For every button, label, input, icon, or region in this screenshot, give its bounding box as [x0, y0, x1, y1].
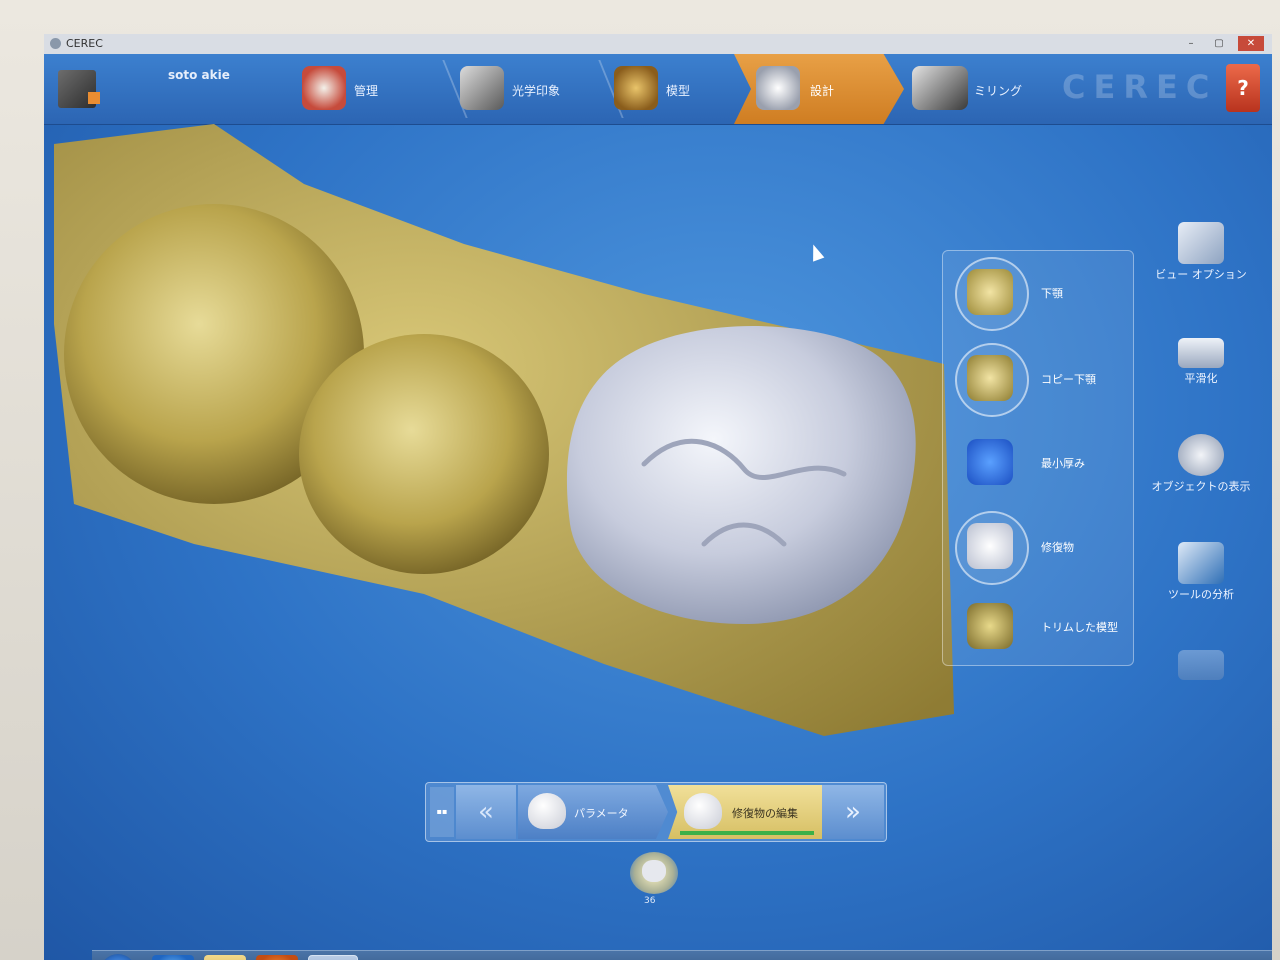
step-label: 設計	[810, 84, 835, 98]
trimmed-model-icon	[967, 603, 1013, 649]
patient-name: soto akie	[168, 68, 230, 82]
minimize-button[interactable]: –	[1178, 36, 1204, 51]
tooth-icon	[642, 860, 666, 882]
wizard-step-label: パラメータ	[574, 807, 629, 820]
tool-label: オブジェクトの表示	[1151, 480, 1251, 493]
windows-taskbar: ▲ ▪ ▪ ▪ ◂)	[92, 950, 1272, 960]
step-model[interactable]: 模型	[606, 54, 746, 124]
panel-item-label: トリムした模型	[1041, 621, 1118, 634]
maximize-button[interactable]: ▢	[1206, 36, 1232, 51]
tool-smoothing[interactable]: 平滑化	[1142, 338, 1260, 385]
tool-disabled	[1142, 650, 1260, 680]
progress-bar	[680, 831, 814, 835]
help-button[interactable]: ?	[1226, 64, 1260, 112]
folder-icon[interactable]	[204, 955, 246, 960]
step-label: ミリング	[974, 84, 1023, 98]
wizard-next-button[interactable]: »	[822, 785, 884, 839]
wizard-step-parameters[interactable]: パラメータ	[518, 785, 668, 839]
cerec-logo: CEREC	[1062, 68, 1218, 106]
panel-item-min-thickness[interactable]: 最小厚み	[949, 423, 1129, 503]
panel-item-lower-jaw[interactable]: 下顎	[949, 253, 1129, 333]
tooth-number: 36	[644, 896, 656, 906]
smoothing-icon	[1178, 338, 1224, 368]
step-label: 模型	[666, 84, 691, 98]
crown-design-icon	[756, 66, 800, 110]
wizard-step-label: 修復物の編集	[732, 807, 798, 820]
tooth-left-2	[299, 334, 549, 574]
cerec-taskbar-button[interactable]	[308, 955, 358, 960]
start-button[interactable]	[100, 954, 136, 960]
patient-icon	[58, 70, 100, 108]
panel-item-label: 最小厚み	[1041, 457, 1085, 470]
cerec-screen: CEREC – ▢ ✕ soto akie 管理 光学印象 模型 設計 ミリング…	[44, 34, 1272, 960]
copy-jaw-icon	[967, 355, 1013, 401]
jaw-icon	[302, 66, 346, 110]
main-toolbar: soto akie 管理 光学印象 模型 設計 ミリング CEREC ?	[44, 54, 1272, 125]
tool-label: 平滑化	[1184, 372, 1218, 385]
model-icon	[614, 66, 658, 110]
step-design[interactable]: 設計	[734, 54, 904, 124]
app-icon	[50, 38, 61, 49]
object-visibility-panel: 下顎 コピー下顎 最小厚み 修復物 トリムした模型	[942, 250, 1134, 666]
panel-item-label: 下顎	[1041, 287, 1063, 300]
tool-analysis[interactable]: ツールの分析	[1142, 542, 1260, 601]
step-label: 管理	[354, 84, 379, 98]
tool-label: ビュー オプション	[1155, 268, 1247, 281]
window-title: CEREC	[66, 37, 103, 50]
wizard-prev-button[interactable]: «	[456, 785, 516, 839]
tool-view-options[interactable]: ビュー オプション	[1142, 222, 1260, 281]
design-wizard-bar: ▪▪ « パラメータ 修復物の編集 »	[425, 782, 887, 842]
milling-unit-icon	[912, 66, 968, 110]
show-objects-icon	[1178, 434, 1224, 476]
patient-block[interactable]: soto akie	[44, 54, 294, 124]
lower-jaw-icon	[967, 269, 1013, 315]
tooth-icon	[528, 793, 566, 829]
close-button[interactable]: ✕	[1238, 36, 1264, 51]
panel-item-copy-lower-jaw[interactable]: コピー下顎	[949, 339, 1129, 419]
panel-item-label: コピー下顎	[1041, 373, 1096, 386]
tooth-icon	[684, 793, 722, 829]
panel-item-restoration[interactable]: 修復物	[949, 507, 1129, 587]
internet-explorer-icon[interactable]	[152, 955, 194, 960]
step-administration[interactable]: 管理	[294, 54, 444, 124]
tool-label: ツールの分析	[1168, 588, 1234, 601]
wizard-menu-button[interactable]: ▪▪	[430, 787, 454, 837]
window-titlebar: CEREC – ▢ ✕	[44, 34, 1272, 55]
min-thickness-icon	[967, 439, 1013, 485]
panel-item-label: 修復物	[1041, 541, 1074, 554]
media-player-icon[interactable]	[256, 955, 298, 960]
view-options-icon	[1178, 222, 1224, 264]
selected-tooth[interactable]	[630, 852, 678, 894]
camera-wand-icon	[460, 66, 504, 110]
panel-item-trimmed-model[interactable]: トリムした模型	[949, 587, 1129, 667]
disabled-tool-icon	[1178, 650, 1224, 680]
restoration-icon	[967, 523, 1013, 569]
step-label: 光学印象	[512, 84, 561, 98]
step-milling[interactable]: ミリング	[904, 54, 1054, 124]
wizard-step-edit-restoration[interactable]: 修復物の編集	[668, 785, 822, 839]
step-acquisition[interactable]: 光学印象	[452, 54, 602, 124]
analysis-icon	[1178, 542, 1224, 584]
crown-restoration	[566, 326, 916, 624]
tool-show-objects[interactable]: オブジェクトの表示	[1142, 434, 1260, 493]
